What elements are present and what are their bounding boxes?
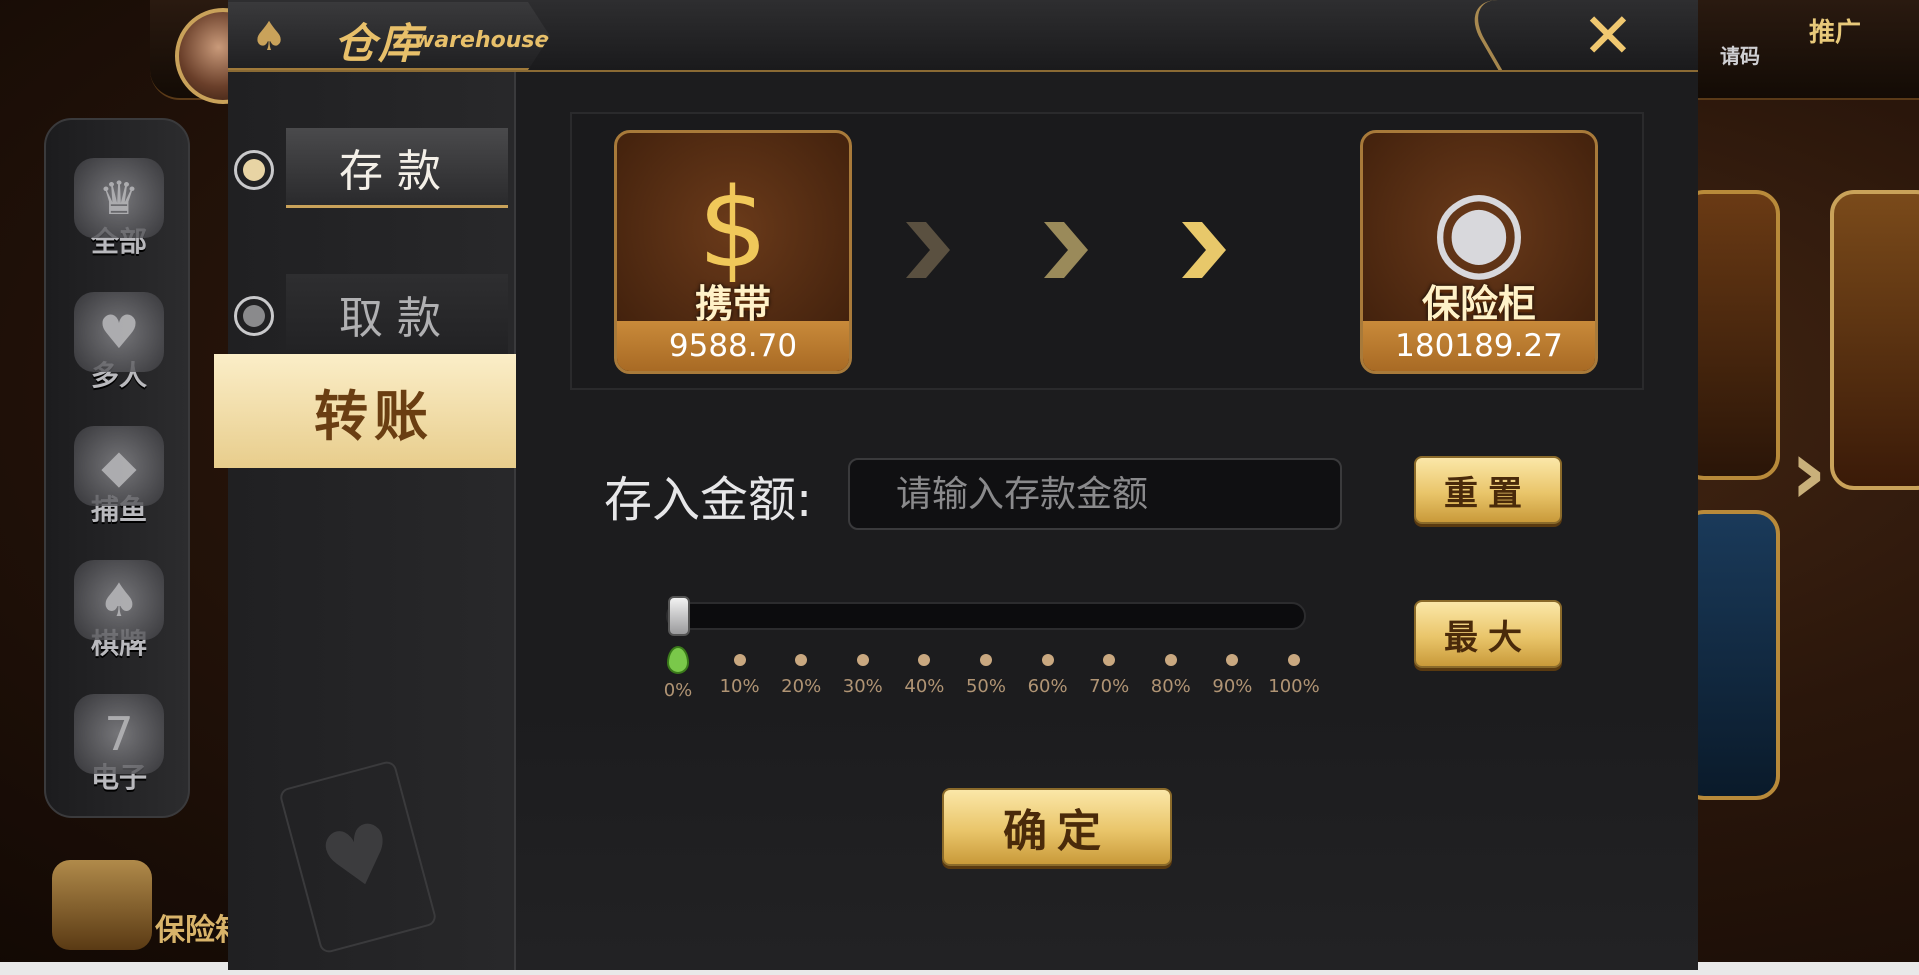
slider-tick[interactable]: 80% [1141,654,1201,697]
header-ornament [1457,0,1559,70]
dialog-title-english: warehouse [414,28,550,53]
lobby-category-sidebar: ♛ 全部 ♥ 多人 ◆ 捕鱼 ♠ 棋牌 7 电子 [44,118,190,818]
carry-caption: 携带 [694,282,771,326]
category-multiplayer[interactable]: ♥ 多人 [46,264,192,394]
tick-label: 0% [663,680,693,701]
transfer-direction-panel: $ 携带 9588.70 ◉ 保险柜 180189.27 [570,112,1644,390]
slider-tick[interactable]: 50% [956,654,1016,697]
scroll-right-icon[interactable]: › [1790,420,1827,525]
slider-handle[interactable] [668,596,690,636]
safe-amount: 180189.27 [1363,321,1595,371]
category-all[interactable]: ♛ 全部 [46,130,192,260]
tick-label: 100% [1268,676,1320,697]
tick-dot [1164,654,1177,666]
tick-label: 90% [1212,676,1253,697]
tick-label: 80% [1150,676,1191,697]
confirm-button[interactable]: 确定 [942,788,1172,866]
tick-dot [856,654,869,666]
tick-dot [1041,654,1054,666]
category-cards[interactable]: ♠ 棋牌 [46,532,192,662]
tab-deposit[interactable]: 存款 [286,128,508,208]
game-lobby-screen: 请码 推广 ♛ 全部 ♥ 多人 ◆ 捕鱼 ♠ 棋牌 7 电子 › 保险箱 ♠ 仓… [0,0,1919,975]
slot-icon: 7 [74,694,164,774]
tick-dot [733,654,746,666]
tab-panel: 存款 取款 转账 ♥ [214,72,534,970]
title-tab: ♠ 仓库 warehouse [228,2,550,70]
amount-slider[interactable] [666,602,1306,630]
crown-icon: ♛ [74,158,164,238]
playing-cards-icon: ♥ [278,759,438,955]
tick-label: 30% [842,676,883,697]
tab-transfer[interactable]: 转账 [214,354,534,468]
tab-withdraw[interactable]: 取款 [286,274,508,354]
heart-icon: ♥ [74,292,164,372]
category-slots[interactable]: 7 电子 [46,666,192,796]
slider-tick[interactable]: 30% [833,654,893,697]
tick-label: 10% [719,676,760,697]
tick-dot [795,654,808,666]
warehouse-dialog: ♠ 仓库 warehouse ✕ 存款 取款 转账 ♥ $ 携带 9588.70 [214,0,1698,970]
slider-tick[interactable]: 90% [1202,654,1262,697]
deposit-radio[interactable] [234,150,274,190]
invite-code-button[interactable]: 请码 [1695,40,1785,69]
promo-label: 推广 [1808,18,1861,48]
deposit-content: $ 携带 9588.70 ◉ 保险柜 180189.27 存入金额: 请输入存款… [516,72,1698,970]
safe-box-icon[interactable] [52,860,152,950]
carry-wallet: $ 携带 9588.70 [614,130,852,374]
tick-label: 50% [965,676,1006,697]
invite-label: 请码 [1720,44,1760,68]
chevron-right-icon [906,222,950,278]
cards-icon: ♠ [251,14,287,60]
cards-icon: ♠ [74,560,164,640]
max-button[interactable]: 最大 [1414,600,1562,668]
current-marker-icon [667,646,689,674]
tick-dot [1226,654,1239,666]
amount-label: 存入金额: [604,472,813,528]
fish-icon: ◆ [74,426,164,506]
tick-label: 70% [1089,676,1130,697]
reset-button[interactable]: 重置 [1414,456,1562,524]
tick-dot [1103,654,1116,666]
slider-tick[interactable]: 70% [1079,654,1139,697]
close-button[interactable]: ✕ [1578,5,1638,67]
carry-amount: 9588.70 [617,321,849,371]
game-card-crown[interactable] [1830,190,1919,490]
chevron-right-icon [1044,222,1088,278]
dialog-title: 仓库 [334,19,423,68]
slider-tick[interactable]: 100% [1264,654,1324,697]
chevron-right-icon [1182,222,1226,278]
safe-wallet: ◉ 保险柜 180189.27 [1360,130,1598,374]
slider-tick[interactable]: 20% [771,654,831,697]
safe-caption: 保险柜 [1421,282,1536,326]
dialog-header: ♠ 仓库 warehouse ✕ [228,0,1698,72]
tick-dot [1288,654,1300,666]
tick-label: 20% [781,676,822,697]
tick-dot [918,654,931,666]
promotion-button[interactable]: 推广 [1790,12,1880,49]
withdraw-radio[interactable] [234,296,274,336]
category-fishing[interactable]: ◆ 捕鱼 [46,398,192,528]
slider-tick[interactable]: 40% [894,654,954,697]
tick-dot [980,654,992,666]
slider-tick[interactable]: 10% [710,654,770,697]
slider-tick[interactable]: 0% [648,646,708,701]
tick-label: 60% [1027,676,1068,697]
slider-tick[interactable]: 60% [1018,654,1078,697]
deposit-amount-input[interactable] [848,458,1342,530]
tick-label: 40% [904,676,945,697]
